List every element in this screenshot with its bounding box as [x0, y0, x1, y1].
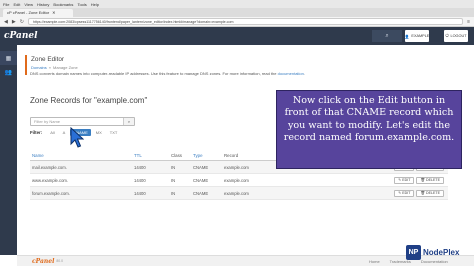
- documentation-link[interactable]: documentation: [278, 71, 304, 76]
- edit-label: EDIT: [402, 177, 411, 182]
- menu-file[interactable]: File: [3, 2, 9, 7]
- cell-ttl: 14400: [134, 177, 146, 183]
- menu-bookmarks[interactable]: Bookmarks: [53, 2, 73, 7]
- cell-record: example.com: [224, 190, 249, 196]
- delete-button[interactable]: 🗑DELETE: [416, 176, 444, 184]
- cell-type: CNAME: [193, 177, 209, 183]
- delete-label: DELETE: [426, 177, 440, 182]
- cell-type: CNAME: [193, 164, 209, 170]
- users-icon[interactable]: 👥: [0, 65, 17, 79]
- user-icon: 👤: [404, 34, 410, 39]
- filter-a[interactable]: A: [60, 129, 69, 136]
- title-accent-bar: [25, 55, 27, 75]
- cell-class: IN: [171, 190, 176, 196]
- edit-button[interactable]: ✎EDIT: [394, 176, 415, 184]
- browser-menubar: File Edit View History Bookmarks Tools H…: [0, 0, 474, 8]
- zone-records-heading: Zone Records for "example.com": [30, 96, 148, 105]
- column-type[interactable]: Type: [193, 153, 224, 158]
- cell-record: example.com: [224, 177, 249, 183]
- nodeplex-watermark: NP NodePlex: [406, 243, 459, 262]
- cell-name: mail.example.com.: [32, 164, 67, 170]
- menu-edit[interactable]: Edit: [13, 2, 20, 7]
- column-name[interactable]: Name: [30, 153, 134, 158]
- intro-body: DNS converts domain names into computer-…: [30, 71, 277, 76]
- footer-logo: cPanel: [32, 257, 55, 265]
- cpanel-header: cPanel ⌕ 👤 EXAMPLE ⏻ LOGOUT: [0, 27, 474, 45]
- menu-help[interactable]: Help: [91, 2, 99, 7]
- mouse-cursor-icon: [70, 127, 84, 148]
- intro-end: .: [303, 71, 305, 76]
- nodeplex-name: NodePlex: [423, 248, 460, 257]
- breadcrumb-domains[interactable]: Domains: [31, 65, 47, 70]
- table-row: www.example.com. 14400 IN CNAME example.…: [30, 174, 448, 187]
- breadcrumb-current: Manage Zone: [53, 65, 78, 70]
- filter-input[interactable]: Filter by Name: [30, 117, 135, 126]
- filter-all[interactable]: All: [47, 129, 57, 136]
- menu-history[interactable]: History: [37, 2, 49, 7]
- user-menu-button[interactable]: 👤 EXAMPLE: [405, 30, 429, 42]
- column-class: Class: [171, 153, 182, 158]
- forward-icon[interactable]: ▶: [12, 19, 16, 25]
- user-label: EXAMPLE: [411, 34, 430, 38]
- breadcrumb: Domains » Manage Zone: [31, 65, 78, 70]
- delete-button[interactable]: 🗑DELETE: [416, 189, 444, 197]
- cell-name: forum.example.com.: [32, 190, 70, 196]
- cell-name: www.example.com.: [32, 177, 69, 183]
- filter-txt[interactable]: TXT: [107, 129, 121, 136]
- reload-icon[interactable]: ↻: [20, 19, 24, 25]
- cell-class: IN: [171, 164, 176, 170]
- column-ttl[interactable]: TTL: [134, 153, 171, 158]
- search-icon: ⌕: [385, 32, 389, 39]
- search-icon: ⌕: [127, 119, 131, 124]
- footer-version: 80.0: [56, 259, 63, 263]
- filter-search-button[interactable]: ⌕: [123, 118, 134, 125]
- back-icon[interactable]: ◀: [4, 19, 8, 25]
- browser-menu-icon[interactable]: ≡: [467, 19, 470, 25]
- cell-actions: ✎EDIT 🗑DELETE: [366, 176, 448, 184]
- tab-title: cP cPanel - Zone Editor: [7, 10, 50, 15]
- trash-icon: 🗑: [420, 190, 426, 195]
- cell-ttl: 14400: [134, 190, 146, 196]
- cpanel-logo[interactable]: cPanel: [0, 31, 48, 41]
- page-title: Zone Editor: [31, 56, 65, 63]
- cell-type: CNAME: [193, 190, 209, 196]
- cell-actions: ✎EDIT 🗑DELETE: [366, 189, 448, 197]
- table-row: forum.example.com. 14400 IN CNAME exampl…: [30, 187, 448, 200]
- breadcrumb-separator: »: [48, 65, 52, 70]
- grid-icon[interactable]: ▦: [0, 51, 17, 65]
- close-tab-icon[interactable]: ✕: [52, 9, 55, 17]
- logout-button[interactable]: ⏻ LOGOUT: [444, 30, 468, 42]
- browser-tab[interactable]: cP cPanel - Zone Editor ✕: [3, 9, 73, 17]
- instruction-overlay: Now click on the Edit button in front of…: [276, 90, 462, 169]
- trash-icon: 🗑: [420, 177, 426, 182]
- intro-text: DNS converts domain names into computer-…: [30, 71, 305, 76]
- cell-ttl: 14400: [134, 164, 146, 170]
- logout-label: LOGOUT: [450, 34, 467, 38]
- address-bar[interactable]: https://example.com:2083/cpsess111775614…: [27, 18, 464, 25]
- footer-link-home[interactable]: Home: [369, 259, 380, 264]
- filter-mx[interactable]: MX: [93, 129, 105, 136]
- browser-urlbar: ◀ ▶ ↻ https://example.com:2083/cpsess111…: [0, 17, 474, 27]
- browser-tabbar: cP cPanel - Zone Editor ✕: [0, 8, 474, 17]
- pencil-icon: ✎: [398, 190, 402, 195]
- cell-class: IN: [171, 177, 176, 183]
- filter-label: Filter:: [30, 130, 43, 135]
- search-button[interactable]: ⌕: [372, 30, 402, 42]
- edit-button[interactable]: ✎EDIT: [394, 189, 415, 197]
- menu-tools[interactable]: Tools: [77, 2, 86, 7]
- menu-view[interactable]: View: [24, 2, 33, 7]
- edit-label: EDIT: [402, 190, 411, 195]
- pencil-icon: ✎: [398, 177, 402, 182]
- delete-label: DELETE: [426, 190, 440, 195]
- sidebar: ▦ 👥: [0, 45, 17, 255]
- logout-icon: ⏻: [445, 34, 449, 38]
- nodeplex-logo-icon: NP: [406, 245, 421, 260]
